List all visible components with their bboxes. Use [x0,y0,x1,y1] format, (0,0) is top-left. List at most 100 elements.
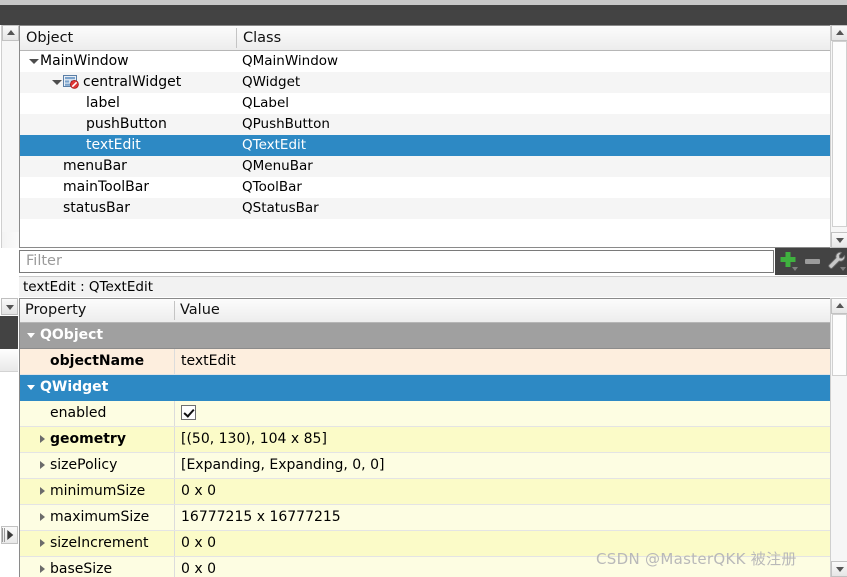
property-value: textEdit [181,353,236,369]
property-value-cell[interactable]: textEdit [174,349,830,374]
property-table[interactable]: Property Value QObject objectName textEdit… [19,298,830,577]
tree-row-object: pushButton [74,114,167,135]
header-object[interactable]: Object [20,26,236,50]
property-row[interactable]: sizePolicy [Expanding, Expanding, 0, 0] [20,453,830,479]
chevron-up-icon [6,30,15,35]
property-value-cell[interactable]: [(50, 130), 104 x 85] [174,427,830,452]
tree-item-class: QStatusBar [242,200,319,216]
scroll-thumb[interactable] [832,41,847,227]
configure-button[interactable] [825,248,847,275]
property-name-cell: minimumSize [20,479,174,504]
header-class[interactable]: Class [237,26,830,50]
property-value-cell[interactable]: 0 x 0 [174,479,830,504]
property-name: sizePolicy [50,457,118,473]
object-tree-left-scrollbar[interactable] [1,25,20,248]
property-name: sizeIncrement [50,535,149,551]
tree-item-class: QMenuBar [242,158,313,174]
property-value: 0 x 0 [181,535,216,551]
property-row[interactable]: enabled [20,401,830,427]
tree-row-object: label [74,93,120,114]
scroll-down-button-right[interactable] [831,232,847,248]
tree-item-class: QLabel [242,95,290,111]
tree-row[interactable]: textEdit QTextEdit [20,135,830,156]
collapse-button[interactable] [1,298,18,315]
property-group-row[interactable]: QObject [20,323,830,349]
property-value-cell[interactable]: 0 x 0 [174,531,830,556]
filter-toolbar [775,248,847,275]
prop-scroll-track[interactable] [831,314,847,561]
property-name-cell: QWidget [20,375,830,400]
scroll-up-button-right[interactable] [831,25,847,41]
property-row[interactable]: geometry [(50, 130), 104 x 85] [20,427,830,453]
chevron-up-icon [835,303,844,308]
chevron-up-icon [835,30,844,35]
tree-row[interactable]: pushButton QPushButton [20,114,830,135]
tree-item-name: textEdit [86,137,141,153]
enabled-checkbox[interactable] [181,405,196,420]
scroll-track-right[interactable] [831,41,847,232]
tree-row-object: menuBar [51,156,127,177]
tree-row[interactable]: label QLabel [20,93,830,114]
property-name: objectName [50,353,145,369]
prop-scroll-thumb[interactable] [832,314,847,376]
property-row[interactable]: objectName textEdit [20,349,830,375]
scroll-track[interactable] [2,41,19,232]
tree-row[interactable]: menuBar QMenuBar [20,156,830,177]
property-value: [(50, 130), 104 x 85] [181,431,327,447]
prop-scroll-up-button[interactable] [831,298,847,314]
property-value: 0 x 0 [181,561,216,577]
chevron-down-icon [835,567,844,572]
tree-row[interactable]: statusBar QStatusBar [20,198,830,219]
property-group-row[interactable]: QWidget [20,375,830,401]
tree-row[interactable]: mainToolBar QToolBar [20,177,830,198]
property-editor-window: Object Class MainWindow QMainWindow centra… [0,0,847,577]
header-property[interactable]: Property [20,299,174,322]
add-button[interactable] [777,248,801,275]
property-value-cell[interactable]: 16777215 x 16777215 [174,505,830,530]
tree-item-class: QToolBar [242,179,302,195]
wrench-icon [828,251,846,271]
property-name: baseSize [50,561,113,577]
scroll-up-button[interactable] [2,25,19,41]
property-table-header: Property Value [20,299,830,323]
property-row[interactable]: sizeIncrement 0 x 0 [20,531,830,557]
header-value[interactable]: Value [175,299,830,322]
object-tree[interactable]: Object Class MainWindow QMainWindow centra… [19,25,830,248]
tree-item-name: menuBar [63,158,127,174]
object-inspector-panel: Object Class MainWindow QMainWindow centra… [0,25,847,248]
tree-item-class: QTextEdit [242,137,307,153]
tree-row-object: textEdit [74,135,141,156]
tree-item-name: pushButton [86,116,167,132]
prop-scroll-down-button[interactable] [831,561,847,577]
tree-row[interactable]: MainWindow QMainWindow [20,51,830,72]
property-name: enabled [50,405,107,421]
property-value-cell[interactable]: 0 x 0 [174,557,830,577]
toolbar-dark-bar [0,5,847,25]
property-name: QObject [40,327,104,343]
remove-button[interactable] [801,248,825,275]
tree-item-class: QWidget [242,74,301,90]
property-rows: QObject objectName textEdit QWidget enabled g… [20,323,830,577]
chevron-down-icon[interactable] [28,51,40,72]
splitter-handle[interactable] [2,528,6,542]
property-row[interactable]: baseSize 0 x 0 [20,557,830,577]
property-left-gutter [0,298,19,577]
property-value-cell[interactable]: [Expanding, Expanding, 0, 0] [174,453,830,478]
property-row[interactable]: minimumSize 0 x 0 [20,479,830,505]
tree-row-object: centralWidget [51,72,181,93]
filter-input[interactable]: Filter [19,250,774,273]
tree-row-object: mainToolBar [51,177,149,198]
object-tree-right-scrollbar[interactable] [830,25,847,248]
selected-object-caption: textEdit : QTextEdit [19,276,847,297]
property-editor-panel: Property Value QObject objectName textEdit… [0,298,847,577]
filter-placeholder: Filter [26,253,62,269]
tree-item-name: MainWindow [40,53,129,69]
property-right-scrollbar[interactable] [830,298,847,577]
chevron-down-icon[interactable] [51,72,63,93]
property-name-cell: objectName [20,349,174,374]
property-name-cell: maximumSize [20,505,174,530]
tree-row[interactable]: centralWidget QWidget [20,72,830,93]
property-name: QWidget [40,379,109,395]
property-row[interactable]: maximumSize 16777215 x 16777215 [20,505,830,531]
property-value-cell[interactable] [174,401,830,426]
